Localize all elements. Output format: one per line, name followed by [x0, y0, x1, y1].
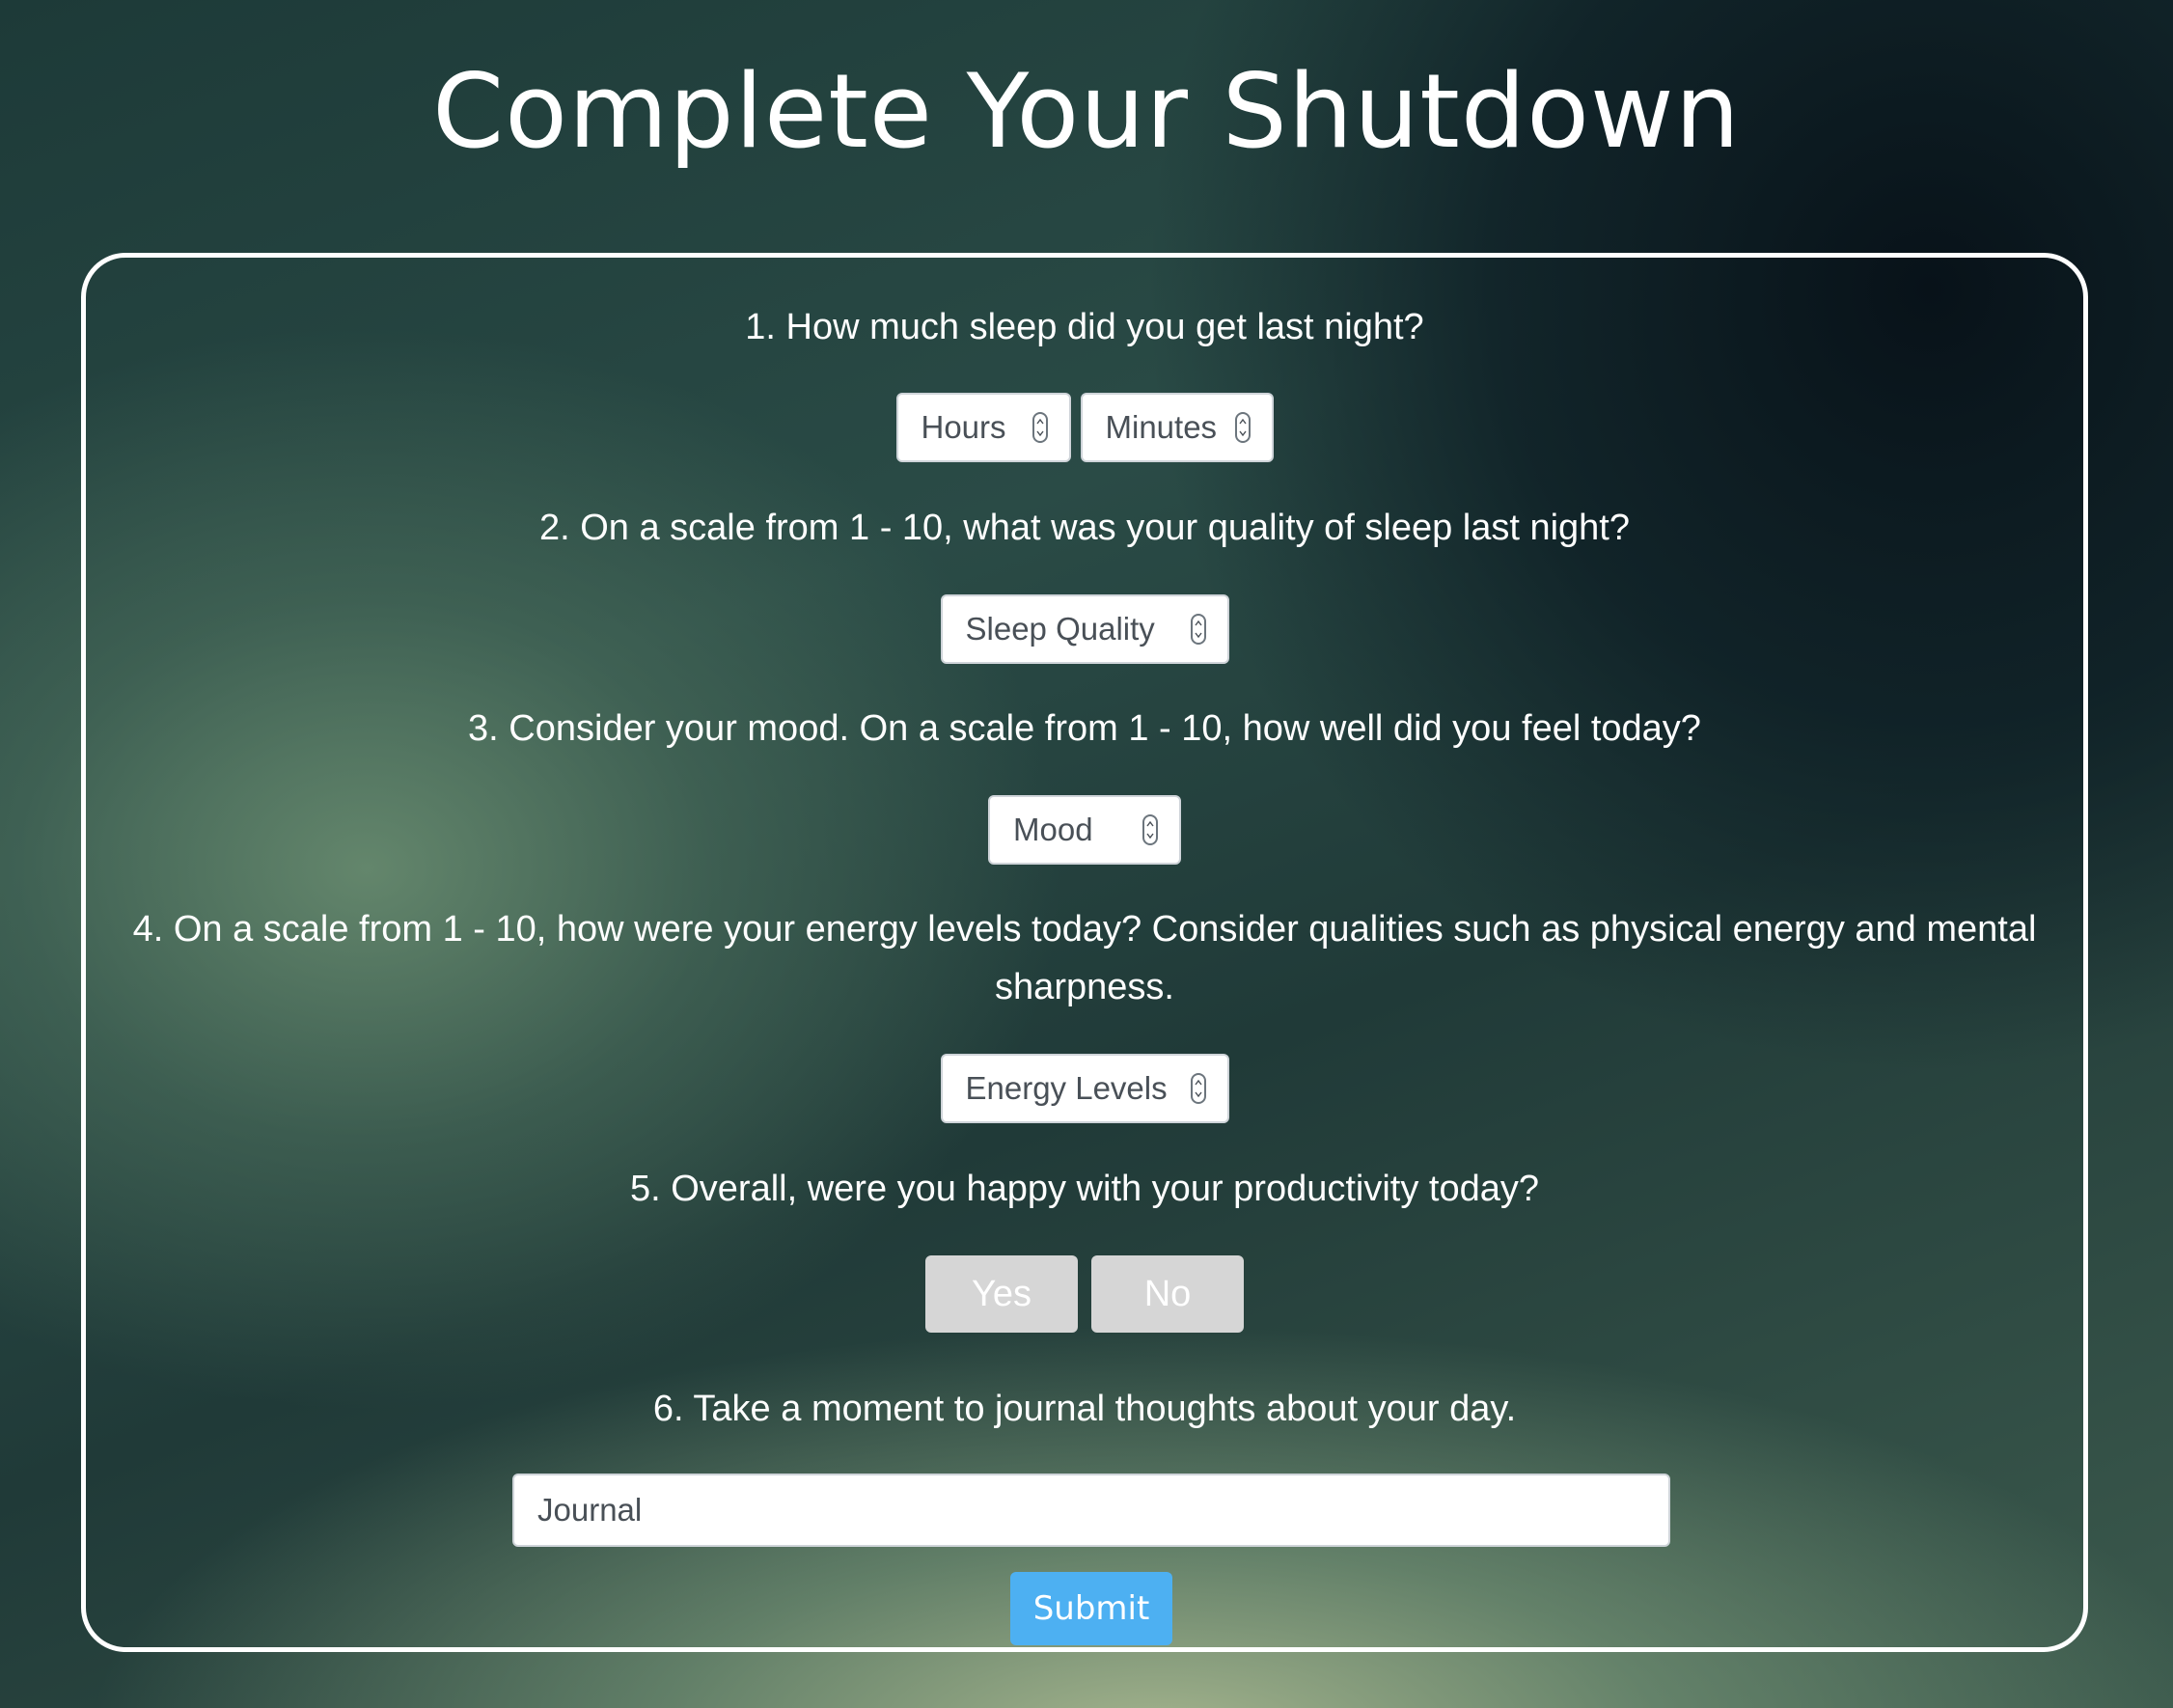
question-6-label: 6. Take a moment to journal thoughts abo… — [652, 1389, 1517, 1429]
sleep-quality-placeholder: Sleep Quality — [965, 611, 1155, 647]
shutdown-form-card: 1. How much sleep did you get last night… — [81, 253, 2088, 1652]
mood-placeholder: Mood — [1013, 812, 1093, 847]
hours-input[interactable]: Hours — [895, 393, 1071, 462]
spinner-arrows-icon[interactable] — [1190, 614, 1206, 645]
submit-button[interactable]: Submit — [1010, 1572, 1172, 1645]
spinner-arrows-icon[interactable] — [1190, 1073, 1206, 1104]
productivity-row: Yes No — [86, 1255, 2083, 1333]
page-title: Complete Your Shutdown — [432, 52, 1741, 171]
question-2-label: 2. On a scale from 1 - 10, what was your… — [538, 508, 1631, 548]
question-4-label: 4. On a scale from 1 - 10, how were your… — [132, 909, 2037, 1007]
mood-input[interactable]: Mood — [988, 795, 1181, 865]
sleep-quality-row: Sleep Quality — [86, 594, 2083, 664]
hours-placeholder: Hours — [921, 409, 1006, 445]
energy-levels-placeholder: Energy Levels — [965, 1070, 1168, 1106]
question-3-label: 3. Consider your mood. On a scale from 1… — [468, 708, 1701, 749]
yes-button[interactable]: Yes — [925, 1255, 1078, 1333]
minutes-input[interactable]: Minutes — [1080, 393, 1274, 462]
question-1-label: 1. How much sleep did you get last night… — [745, 307, 1424, 347]
journal-placeholder: Journal — [537, 1492, 643, 1528]
no-button[interactable]: No — [1091, 1255, 1244, 1333]
question-5-label: 5. Overall, were you happy with your pro… — [629, 1169, 1540, 1209]
mood-row: Mood — [86, 795, 2083, 865]
minutes-placeholder: Minutes — [1105, 409, 1218, 445]
energy-levels-row: Energy Levels — [86, 1054, 2083, 1123]
spinner-arrows-icon[interactable] — [1142, 814, 1158, 845]
sleep-quality-input[interactable]: Sleep Quality — [940, 594, 1229, 664]
journal-input[interactable]: Journal — [512, 1474, 1670, 1547]
sleep-duration-row: Hours Minutes — [86, 393, 2083, 462]
spinner-arrows-icon[interactable] — [1031, 412, 1048, 443]
energy-levels-input[interactable]: Energy Levels — [940, 1054, 1229, 1123]
spinner-arrows-icon[interactable] — [1234, 412, 1251, 443]
